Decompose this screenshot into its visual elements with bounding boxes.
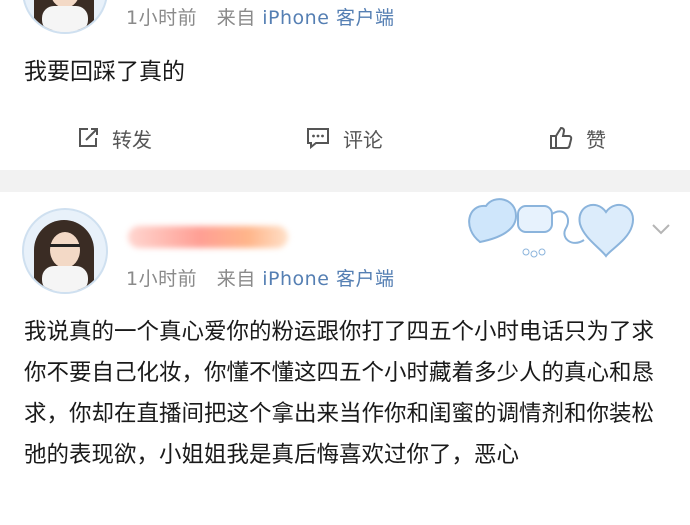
thumbs-up-icon [550,126,573,149]
post-client-link[interactable]: iPhone 客户端 [262,268,394,290]
forward-icon [79,128,98,147]
like-label: 赞 [586,127,606,152]
chevron-down-icon[interactable] [650,222,672,236]
post-content: 我说真的一个真心爱你的粉运跟你打了四五个小时电话只为了求你不要自己化妆，你懂不懂… [24,319,655,468]
post-meta: 1小时前 来自 iPhone 客户端 [126,264,394,291]
avatar[interactable] [22,0,108,34]
avatar[interactable] [22,208,108,294]
post-time: 1小时前 [126,268,198,290]
post-source-prefix: 来自 [216,268,256,290]
like-button[interactable]: 赞 [548,118,606,158]
heart-lock-decoration-icon [468,198,635,258]
post-content: 我要回踩了真的 [24,59,185,85]
weibo-post-1: 1小时前 来自 iPhone 客户端 我要回踩了真的 转发 评论 赞 [0,0,690,170]
blurred-username[interactable] [128,226,288,248]
post-time: 1小时前 [126,7,198,29]
post-meta: 1小时前 来自 iPhone 客户端 [126,3,394,30]
weibo-post-2: 1小时前 来自 iPhone 客户端 我说真的一个真心爱你的粉运跟你打了四五个小… [0,192,690,525]
forward-button[interactable]: 转发 [76,118,152,158]
comment-label: 评论 [343,127,383,152]
post-action-bar: 转发 评论 赞 [0,118,690,158]
comment-button[interactable]: 评论 [305,118,383,158]
forward-label: 转发 [112,127,152,152]
post-source-prefix: 来自 [216,7,256,29]
post-client-link[interactable]: iPhone 客户端 [262,7,394,29]
comment-icon [307,128,329,150]
